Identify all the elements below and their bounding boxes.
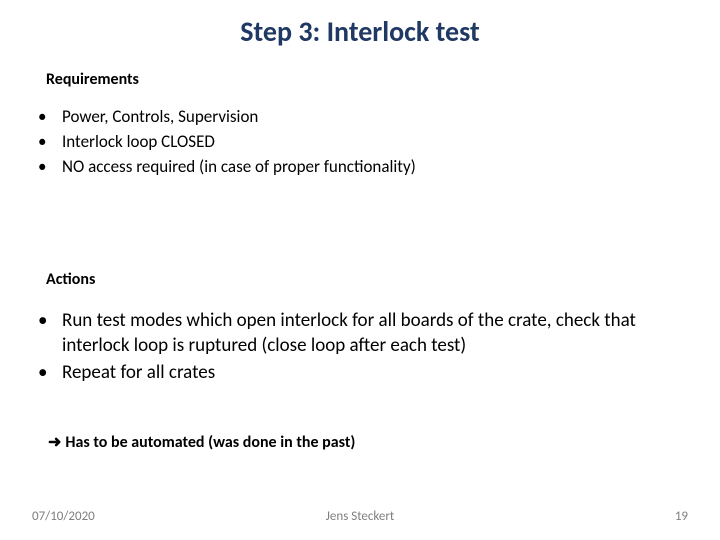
list-item: Repeat for all crates — [32, 360, 680, 385]
footer-author: Jens Steckert — [0, 509, 720, 524]
conclusion-line: ➜Has to be automated (was done in the pa… — [48, 432, 680, 452]
actions-heading: Actions — [46, 270, 95, 289]
slide-title: Step 3: Interlock test — [0, 14, 720, 49]
requirements-heading: Requirements — [46, 70, 139, 89]
conclusion-text: Has to be automated (was done in the pas… — [65, 433, 355, 452]
footer: 07/10/2020 Jens Steckert 19 — [0, 504, 720, 524]
list-item: Run test modes which open interlock for … — [32, 308, 680, 358]
arrow-icon: ➜ — [48, 434, 61, 451]
footer-page: 19 — [675, 509, 688, 524]
list-item: Power, Controls, Supervision — [32, 106, 680, 129]
requirements-list: Power, Controls, Supervision Interlock l… — [32, 106, 680, 181]
list-item: Interlock loop CLOSED — [32, 131, 680, 154]
actions-list: Run test modes which open interlock for … — [32, 308, 680, 387]
list-item: NO access required (in case of proper fu… — [32, 156, 680, 179]
slide: Step 3: Interlock test Requirements Powe… — [0, 0, 720, 540]
